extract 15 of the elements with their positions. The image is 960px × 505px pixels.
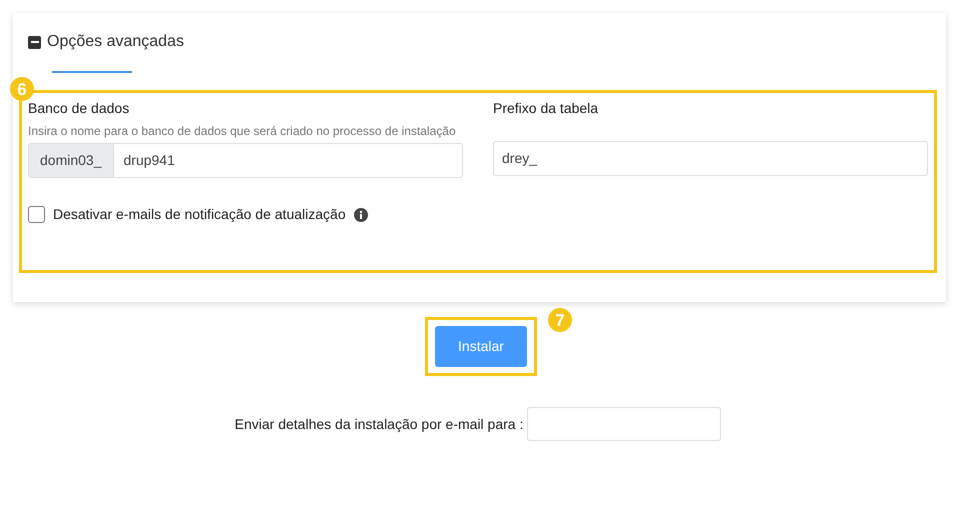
info-icon[interactable]: [354, 208, 368, 222]
field-hint: Insira o nome para o banco de dados que será criado no processo de instalação: [28, 123, 457, 140]
collapse-toggle-icon[interactable]: [28, 36, 41, 48]
database-prefix: domin03_: [29, 144, 114, 177]
checkbox[interactable]: [28, 206, 45, 223]
email-label: Enviar detalhes da instalação por e-mail para :: [234, 414, 524, 434]
email-field[interactable]: [527, 407, 722, 441]
number-badge: 7: [548, 308, 572, 332]
table-prefix-field[interactable]: drey_: [493, 141, 928, 176]
section-title[interactable]: Opções avançadas: [47, 30, 184, 54]
checkbox-label[interactable]: Desativar e-mails de notificação de atualização: [53, 204, 346, 225]
database-name-field[interactable]: domin03_ drup941: [28, 143, 463, 178]
field-label: Banco de dados: [28, 99, 130, 118]
field-label: Prefixo da tabela: [493, 99, 600, 118]
number-badge: 6: [10, 77, 34, 101]
